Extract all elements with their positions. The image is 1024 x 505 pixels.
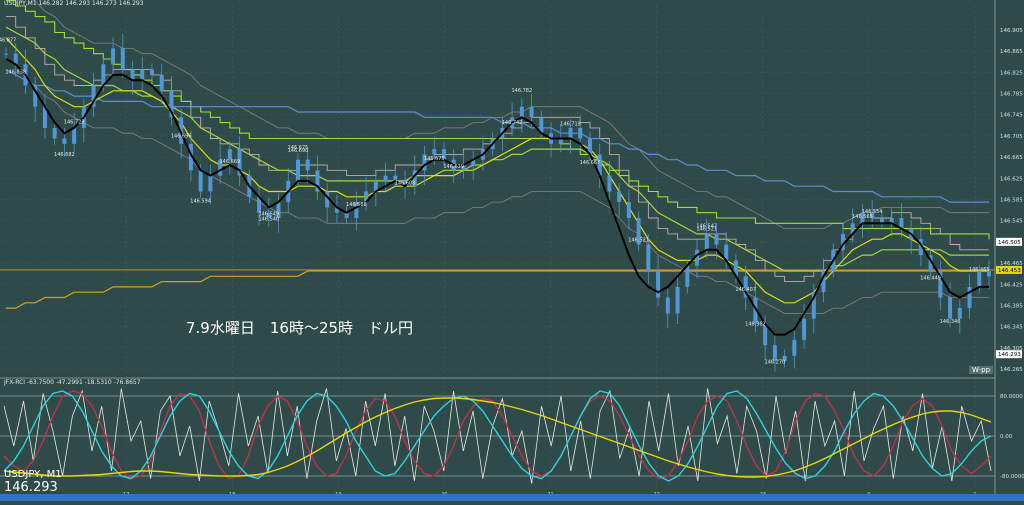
candle-body	[72, 127, 77, 144]
price-tag-label: 146.505	[998, 240, 1021, 246]
candle-body	[685, 265, 690, 287]
y-tick-label: 146.705	[1000, 134, 1023, 140]
y-tick-label: 146.865	[1000, 49, 1023, 55]
indicator-title: JFX-RCI -63.7500 -47.2991 -18.5310 -76.8…	[4, 379, 141, 386]
y-tick-label: 146.345	[1000, 325, 1023, 331]
price-label: 146.782	[511, 88, 532, 94]
candle-body	[52, 127, 57, 139]
scrollbar[interactable]	[0, 494, 1024, 501]
y-tick-label: 146.665	[1000, 155, 1023, 161]
candle-body	[665, 297, 670, 314]
y-tick-label: 146.425	[1000, 282, 1023, 288]
price-label: 146.723	[64, 119, 85, 125]
y-tick-label: 146.905	[1000, 28, 1023, 34]
candle-body	[383, 175, 388, 181]
candle-body	[646, 244, 651, 271]
candle-body	[120, 48, 125, 70]
candle-body	[4, 53, 8, 55]
price-label: 146.449	[920, 276, 941, 282]
chart-window: 146.877 146.838 146.723 146.682 146.696 146.5…	[0, 0, 1024, 501]
price-label: 146.742	[502, 120, 523, 126]
price-label: 146.719	[560, 121, 581, 127]
price-label: 146.594	[190, 199, 211, 205]
candle-body	[656, 271, 661, 298]
price-label: 146.588	[346, 202, 367, 208]
price-label: 146.838	[5, 69, 26, 75]
candle-body	[617, 191, 622, 203]
price-label: 146.270	[765, 359, 786, 365]
price-label: 146.549	[258, 212, 279, 218]
candle-body	[957, 308, 962, 319]
candle-body	[967, 286, 972, 309]
candle-body	[208, 175, 213, 192]
price-label: 146.521	[628, 237, 649, 243]
price-tag-label: 146.293	[998, 352, 1021, 358]
y-tick-label: 146.585	[1000, 197, 1023, 203]
candle-body	[519, 106, 524, 118]
price-label: 146.608	[395, 180, 416, 186]
candle-body	[295, 159, 300, 181]
annotation-text: 7.9水曜日 16時～25時 ドル円	[186, 319, 414, 337]
candle-body	[802, 318, 807, 340]
price-label: 146.362	[745, 322, 766, 328]
price-tag-label: 146.453	[998, 268, 1021, 274]
candle-body	[977, 271, 982, 287]
price-label: 146.675	[424, 156, 445, 162]
price-label: 146.696	[171, 134, 192, 140]
y-tick-label: 146.625	[1000, 176, 1023, 182]
price-label: 146.639	[443, 164, 464, 170]
price-label: 146.465	[969, 267, 990, 273]
candle-body	[626, 202, 631, 218]
price-label: 146.877	[0, 38, 16, 44]
candle-body	[714, 233, 719, 245]
candle-body	[111, 48, 116, 65]
candle-body	[948, 297, 953, 319]
candle-body	[675, 286, 680, 314]
main-title: USDJPY,M1 146.282 146.293 146.273 146.29…	[4, 0, 144, 7]
candle-body	[140, 69, 145, 81]
price-label: 146.346	[940, 319, 961, 325]
y-tick-label: 146.385	[1000, 303, 1023, 309]
candle-body	[149, 69, 154, 75]
symbol-label: USDJPY, M1	[4, 469, 62, 480]
candle-body	[529, 106, 534, 118]
current-price-label: 146.293	[4, 480, 58, 495]
candle-body	[198, 170, 203, 192]
y-tick-label: 146.785	[1000, 91, 1023, 97]
y-tick-label: 146.265	[1000, 367, 1023, 373]
candle-body	[607, 175, 612, 192]
y-tick-label: 146.825	[1000, 70, 1023, 76]
candle-body	[62, 138, 67, 144]
price-label: 146.554	[862, 209, 883, 215]
price-label: 146.667	[580, 160, 601, 166]
wpp-label: W-pp	[969, 366, 994, 374]
price-label: 146.675	[288, 145, 309, 151]
candle-body	[578, 127, 583, 139]
candle-body	[704, 233, 709, 250]
candle-body	[568, 127, 573, 139]
rci-tick-label: 80.0000	[1000, 394, 1023, 400]
candle-body	[432, 149, 437, 155]
candle-body	[101, 64, 106, 86]
rci-tick-label: -80.0000	[1000, 474, 1024, 480]
candle-body	[159, 74, 164, 91]
chart-canvas: 146.877 146.838 146.723 146.682 146.696 146.5…	[0, 0, 1024, 501]
y-tick-label: 146.545	[1000, 219, 1023, 225]
price-label: 146.565	[852, 214, 873, 220]
candle-body	[305, 159, 310, 171]
candle-body	[792, 339, 797, 356]
rci-tick-label: 0.00	[1000, 434, 1013, 440]
price-label: 146.669	[220, 159, 241, 165]
price-label: 146.682	[54, 152, 75, 158]
price-label: 146.407	[735, 287, 756, 293]
price-label: 146.547	[696, 224, 717, 230]
y-tick-label: 146.745	[1000, 113, 1023, 119]
